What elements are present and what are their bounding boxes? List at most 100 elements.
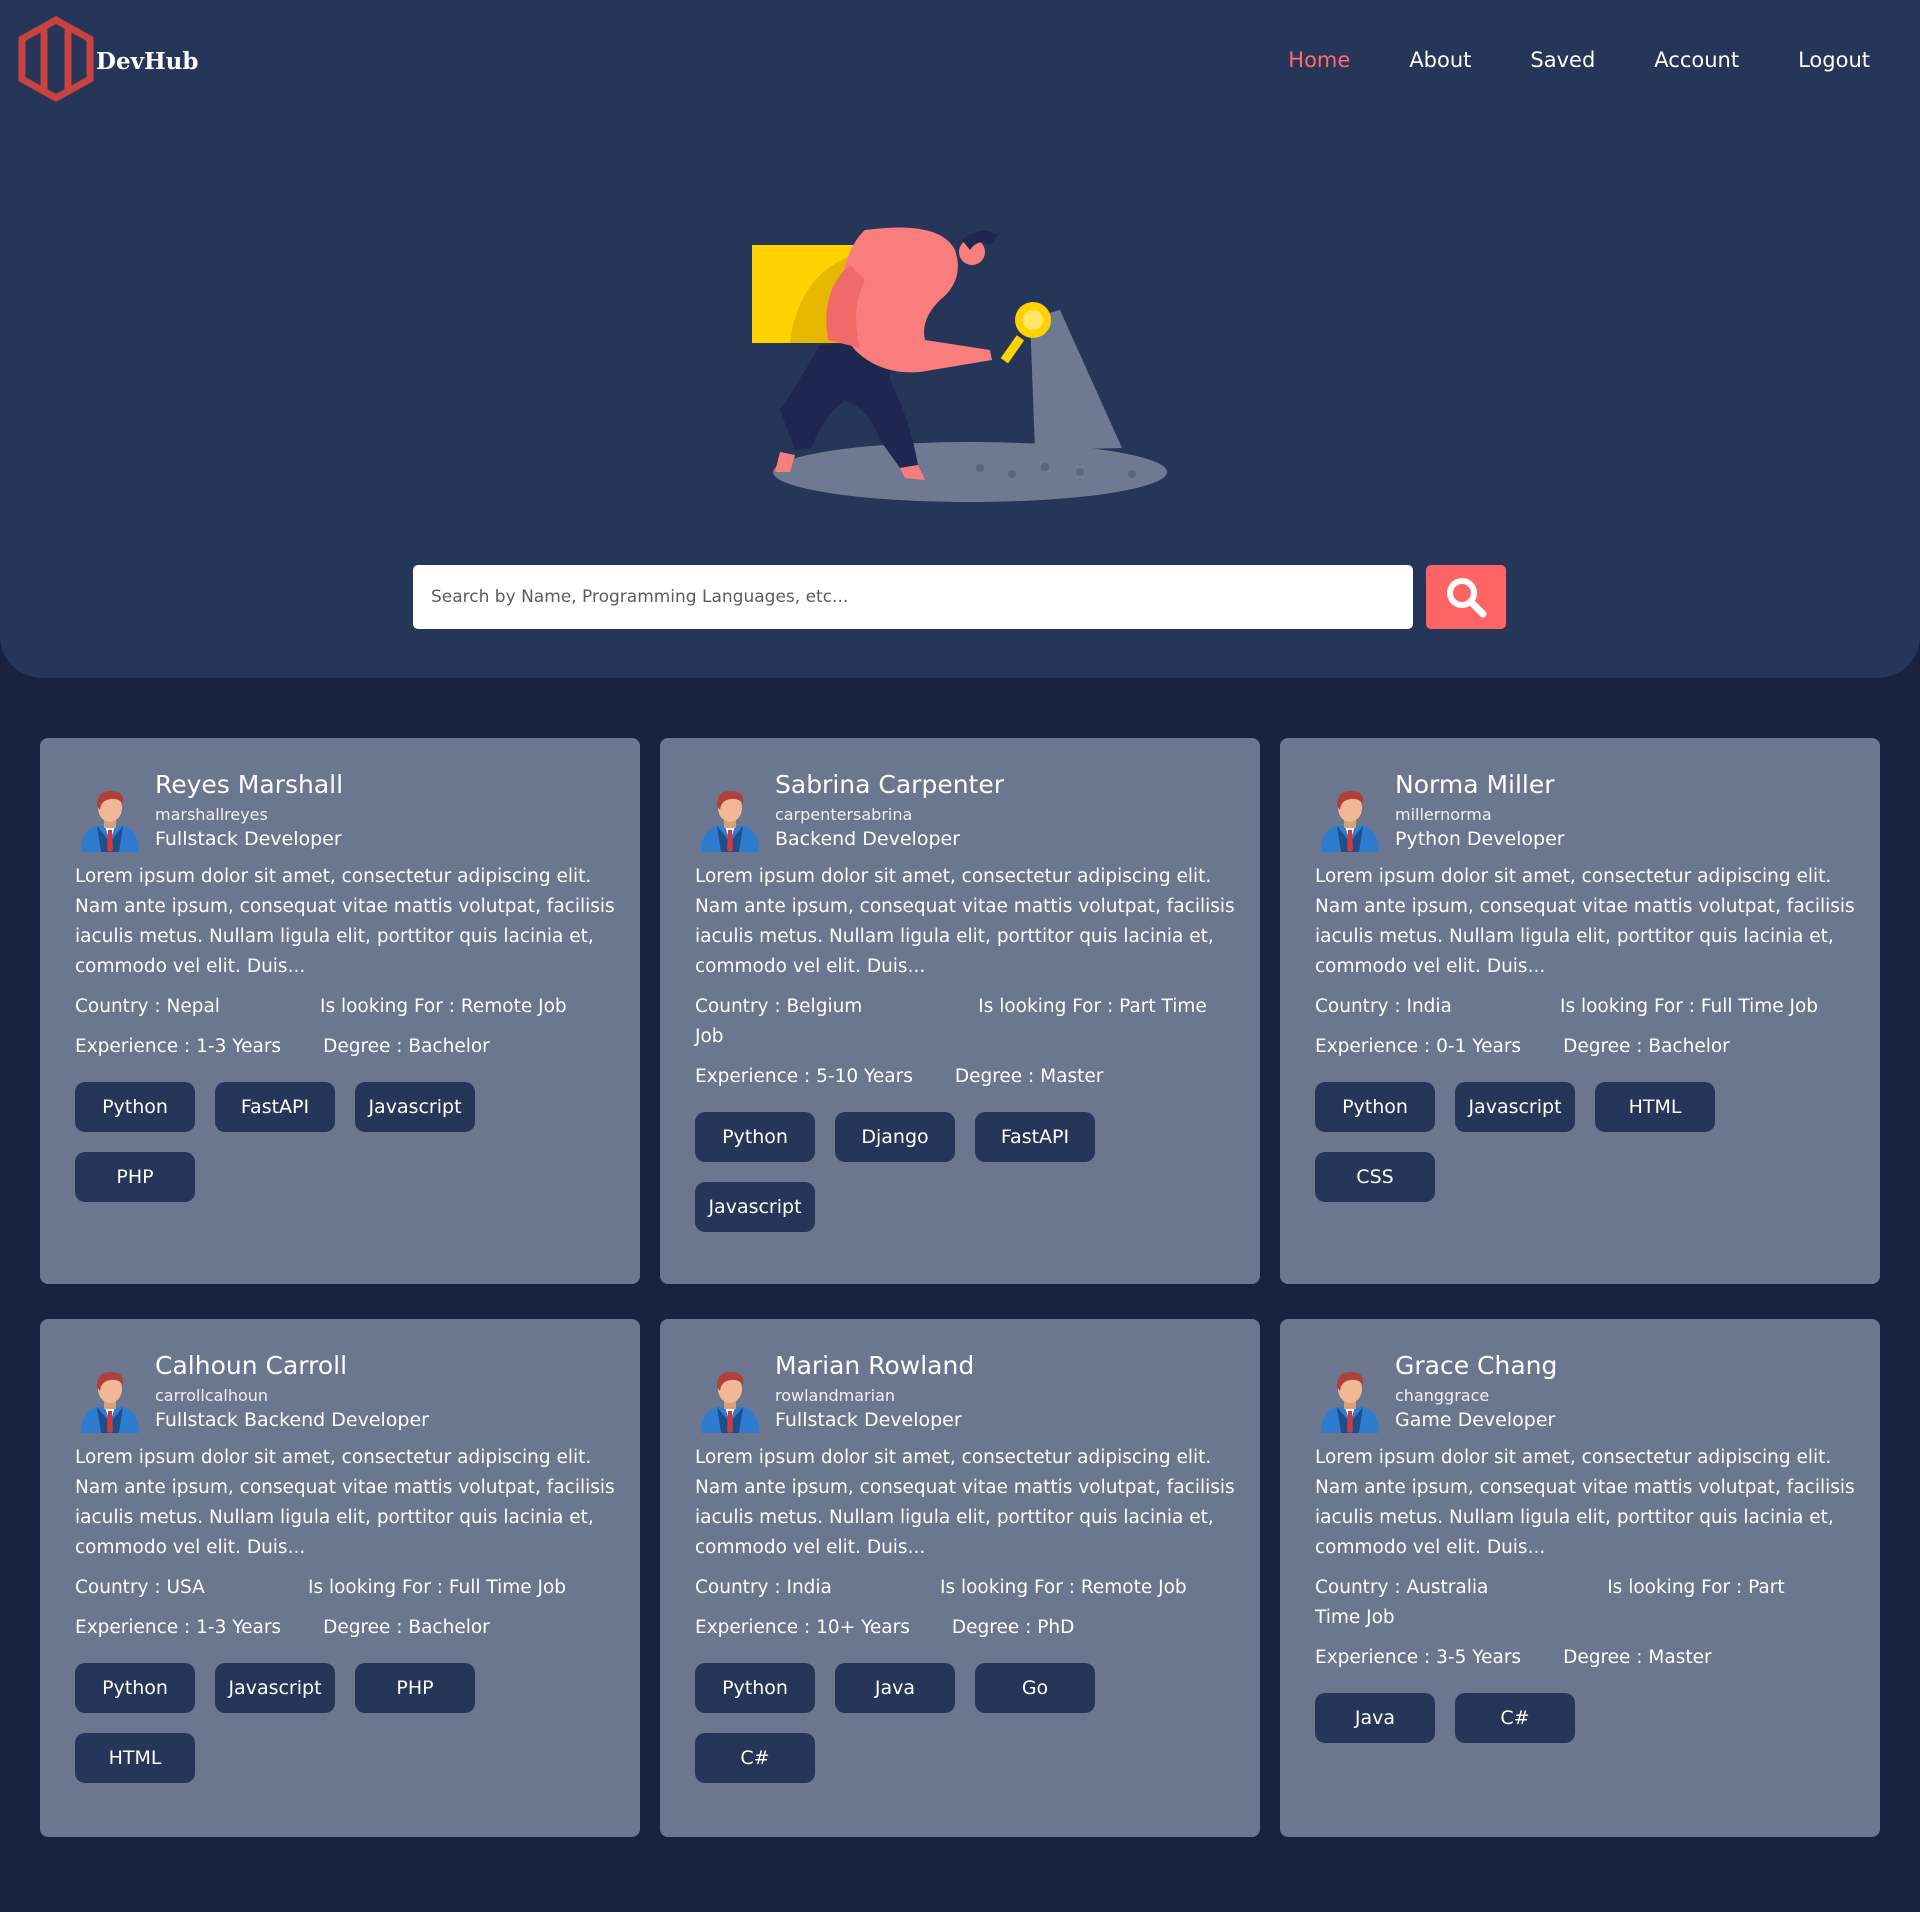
developer-name[interactable]: Sabrina Carpenter (775, 770, 1004, 800)
developer-role: Backend Developer (775, 828, 960, 850)
developer-card[interactable]: Marian Rowland rowlandmarian Fullstack D… (660, 1319, 1260, 1837)
main-nav: Home About Saved Account Logout (1229, 46, 1870, 74)
hero-section: DevHub Home About Saved Account Logout (0, 0, 1920, 678)
developer-degree: Degree : Bachelor (1563, 1036, 1730, 1057)
developer-name[interactable]: Grace Chang (1395, 1351, 1557, 1381)
skill-tag[interactable]: Javascript (1455, 1082, 1575, 1132)
hexagon-logo-icon (18, 16, 94, 102)
nav-home[interactable]: Home (1288, 46, 1350, 74)
developer-card[interactable]: Calhoun Carroll carrollcalhoun Fullstack… (40, 1319, 640, 1837)
search-button[interactable] (1426, 565, 1506, 629)
meta-row-1: Country : India Is looking For : Full Ti… (1315, 992, 1846, 1022)
skill-tag[interactable]: HTML (75, 1733, 195, 1783)
nav-logout[interactable]: Logout (1798, 46, 1870, 74)
avatar-icon (701, 1371, 759, 1433)
developer-country: Country : Nepal (75, 996, 220, 1017)
developer-looking-for: Is looking For : Full Time Job (1560, 996, 1819, 1017)
skill-tags: Python Javascript HTML CSS (1315, 1082, 1735, 1202)
developer-username: marshallreyes (155, 805, 268, 824)
skill-tag[interactable]: PHP (355, 1663, 475, 1713)
developer-username: rowlandmarian (775, 1386, 896, 1405)
developer-degree: Degree : Bachelor (323, 1617, 490, 1638)
skill-tag[interactable]: HTML (1595, 1082, 1715, 1132)
developer-card[interactable]: Norma Miller millernorma Python Develope… (1280, 738, 1880, 1284)
developer-role: Python Developer (1395, 828, 1565, 850)
skill-tag[interactable]: Javascript (215, 1663, 335, 1713)
developer-country: Country : India (1315, 996, 1452, 1017)
search-icon (1447, 578, 1487, 618)
developer-card[interactable]: Grace Chang changgrace Game Developer Lo… (1280, 1319, 1880, 1837)
developer-username: millernorma (1395, 805, 1492, 824)
developer-bio: Lorem ipsum dolor sit amet, consectetur … (1315, 866, 1855, 977)
skill-tags: Python Django FastAPI Javascript (695, 1112, 1115, 1232)
developer-looking-for: Is looking For : Remote Job (320, 996, 567, 1017)
skill-tags: Python FastAPI Javascript PHP (75, 1082, 495, 1202)
skill-tag[interactable]: CSS (1315, 1152, 1435, 1202)
developer-bio: Lorem ipsum dolor sit amet, consectetur … (695, 866, 1235, 977)
avatar-icon (81, 1371, 139, 1433)
developer-degree: Degree : Bachelor (323, 1036, 490, 1057)
skill-tag[interactable]: Python (695, 1663, 815, 1713)
skill-tags: Java C# (1315, 1693, 1735, 1743)
skill-tag[interactable]: C# (695, 1733, 815, 1783)
meta-row-1: Country : Nepal Is looking For : Remote … (75, 992, 606, 1022)
developer-role: Fullstack Developer (155, 828, 342, 850)
meta-row-2: Experience : 0-1 Years Degree : Bachelor (1315, 1032, 1846, 1062)
developer-bio: Lorem ipsum dolor sit amet, consectetur … (1315, 1447, 1855, 1558)
developer-bio: Lorem ipsum dolor sit amet, consectetur … (75, 866, 615, 977)
avatar-icon (1321, 790, 1379, 852)
skill-tag[interactable]: Javascript (695, 1182, 815, 1232)
developer-experience: Experience : 1-3 Years (75, 1617, 282, 1638)
skill-tag[interactable]: FastAPI (975, 1112, 1095, 1162)
skill-tag[interactable]: Javascript (355, 1082, 475, 1132)
developer-bio: Lorem ipsum dolor sit amet, consectetur … (695, 1447, 1235, 1558)
skill-tag[interactable]: FastAPI (215, 1082, 335, 1132)
developer-degree: Degree : PhD (951, 1617, 1075, 1638)
brand-name: DevHub (96, 47, 199, 75)
developer-cards-grid: Reyes Marshall marshallreyes Fullstack D… (40, 738, 1880, 1837)
skill-tag[interactable]: Python (695, 1112, 815, 1162)
meta-row-2: Experience : 10+ Years Degree : PhD (695, 1613, 1226, 1643)
developer-looking-for: Is looking For : Full Time Job (308, 1577, 567, 1598)
skill-tag[interactable]: PHP (75, 1152, 195, 1202)
meta-row-1: Country : USA Is looking For : Full Time… (75, 1573, 606, 1603)
skill-tag[interactable]: Go (975, 1663, 1095, 1713)
developer-country: Country : USA (75, 1577, 205, 1598)
skill-tag[interactable]: Java (1315, 1693, 1435, 1743)
search-input[interactable] (413, 565, 1413, 629)
skill-tag[interactable]: C# (1455, 1693, 1575, 1743)
brand-logo[interactable]: DevHub (18, 16, 198, 102)
skill-tag[interactable]: Python (75, 1663, 195, 1713)
developer-name[interactable]: Calhoun Carroll (155, 1351, 429, 1381)
skill-tag[interactable]: Django (835, 1112, 955, 1162)
meta-row-2: Experience : 5-10 Years Degree : Master (695, 1062, 1226, 1092)
developer-name[interactable]: Reyes Marshall (155, 770, 343, 800)
meta-row-2: Experience : 1-3 Years Degree : Bachelor (75, 1613, 606, 1643)
developer-experience: Experience : 0-1 Years (1315, 1036, 1522, 1057)
developer-name[interactable]: Marian Rowland (775, 1351, 974, 1381)
developer-degree: Degree : Master (1563, 1647, 1712, 1668)
avatar-icon (701, 790, 759, 852)
nav-account[interactable]: Account (1654, 46, 1739, 74)
developer-degree: Degree : Master (954, 1066, 1104, 1087)
developer-country: Country : India (695, 1577, 832, 1598)
skill-tag[interactable]: Python (75, 1082, 195, 1132)
developer-country: Country : Belgium (695, 996, 863, 1017)
meta-row-1: Country : Belgium Is looking For : Part … (695, 992, 1215, 1052)
developer-card[interactable]: Reyes Marshall marshallreyes Fullstack D… (40, 738, 640, 1284)
developer-experience: Experience : 10+ Years (695, 1617, 910, 1638)
nav-saved[interactable]: Saved (1530, 46, 1595, 74)
developer-card[interactable]: Sabrina Carpenter carpentersabrina Backe… (660, 738, 1260, 1284)
developer-country: Country : Australia (1315, 1577, 1489, 1598)
developer-role: Fullstack Backend Developer (155, 1409, 429, 1431)
nav-about[interactable]: About (1409, 46, 1471, 74)
skill-tags: Python Javascript PHP HTML (75, 1663, 495, 1783)
developer-role: Fullstack Developer (775, 1409, 962, 1431)
meta-row-2: Experience : 3-5 Years Degree : Master (1315, 1643, 1846, 1673)
skill-tag[interactable]: Python (1315, 1082, 1435, 1132)
developer-name[interactable]: Norma Miller (1395, 770, 1565, 800)
developer-username: changgrace (1395, 1386, 1490, 1405)
skill-tag[interactable]: Java (835, 1663, 955, 1713)
developer-role: Game Developer (1395, 1409, 1556, 1431)
avatar-icon (1321, 1371, 1379, 1433)
